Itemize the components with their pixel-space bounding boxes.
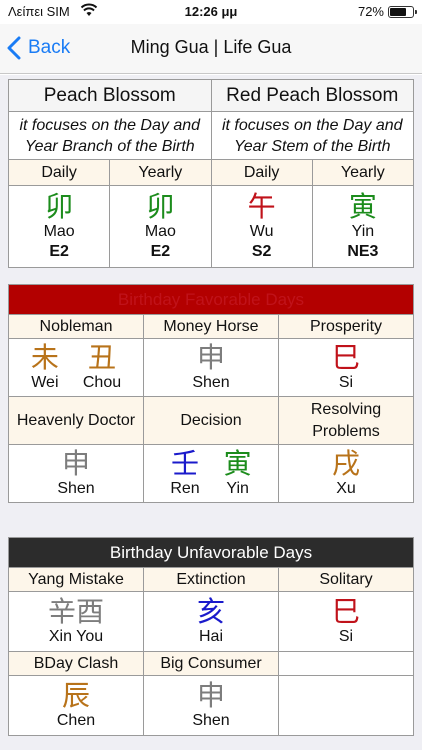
extinction-cell: 亥 Hai	[143, 591, 279, 652]
column-label: Daily	[210, 159, 313, 186]
pinyin-label: Shen	[57, 479, 95, 497]
prosperity-cell: 巳 Si	[278, 338, 414, 397]
pinyin-label: Si	[338, 373, 354, 391]
yang-mistake-label: Yang Mistake	[8, 567, 144, 592]
chinese-character: 巳	[331, 594, 360, 628]
chinese-character: 寅	[223, 446, 252, 480]
pinyin-label: Mao	[144, 222, 176, 240]
peach-blossom-table: Peach Blossom Red Peach Blossom it focus…	[7, 79, 415, 268]
page-title: Ming Gua | Life Gua	[130, 37, 292, 57]
peach-blossom-description: it focuses on the Day and Year Branch of…	[8, 111, 212, 160]
bday-clash-cell: 辰 Chen	[8, 675, 144, 736]
resolving-problems-label: Resolving Problems	[278, 396, 414, 445]
pinyin-label: Hai	[198, 627, 223, 645]
unfavorable-days-table: Birthday Unfavorable Days Yang Mistake E…	[8, 537, 414, 736]
battery-percent: 72%	[357, 4, 384, 19]
resolving-problems-cell: 戌 Xu	[278, 444, 414, 503]
pinyin-label: Shen	[192, 373, 230, 391]
peach-blossom-header: Peach Blossom	[8, 79, 212, 112]
pinyin-label: Shen	[192, 711, 230, 729]
chinese-character: 辰	[61, 678, 90, 712]
money-horse-label: Money Horse	[143, 314, 279, 339]
empty-cell	[278, 675, 414, 736]
column-label: Yearly	[109, 159, 212, 186]
direction-label: S2	[251, 242, 272, 260]
status-bar: Λείπει SIM 12:26 μμ 72%	[0, 0, 422, 24]
empty-cell	[278, 651, 414, 676]
yang-mistake-cell: 辛酉 Xin You	[8, 591, 144, 652]
nobleman-label: Nobleman	[8, 314, 144, 339]
pinyin-label: Wei	[31, 373, 59, 391]
branch-cell: 卯 Mao E2	[109, 185, 212, 268]
bday-clash-label: BDay Clash	[8, 651, 144, 676]
chinese-character: 戌	[331, 446, 360, 480]
pinyin-label: Mao	[43, 222, 75, 240]
pinyin-label: Xu	[336, 479, 356, 497]
battery-fill	[390, 8, 406, 16]
branch-cell: 卯 Mao E2	[7, 185, 111, 268]
pinyin-label: Chou	[82, 373, 122, 391]
direction-label: NE3	[347, 242, 379, 260]
chinese-character: 卯	[45, 189, 74, 223]
pinyin-label: Yin	[226, 479, 249, 497]
big-consumer-cell: 申 Shen	[143, 675, 279, 736]
scroll-content[interactable]: Peach Blossom Red Peach Blossom it focus…	[0, 75, 422, 750]
battery-icon	[388, 6, 417, 18]
stem-cell: 午 Wu S2	[210, 185, 313, 268]
pinyin-label: Xin You	[48, 627, 104, 645]
decision-cell: 壬 Ren 寅 Yin	[143, 444, 279, 503]
solitary-cell: 巳 Si	[278, 591, 414, 652]
heavenly-doctor-cell: 申 Shen	[8, 444, 144, 503]
red-peach-blossom-description: it focuses on the Day and Year Stem of t…	[210, 111, 414, 160]
pinyin-label: Chen	[56, 711, 96, 729]
decision-label: Decision	[143, 396, 279, 445]
pinyin-label: Yin	[351, 222, 375, 240]
solitary-label: Solitary	[278, 567, 414, 592]
chinese-character: 巳	[331, 340, 360, 374]
chinese-character: 辛酉	[47, 594, 104, 628]
chinese-character: 未	[30, 340, 59, 374]
chinese-character: 丑	[87, 340, 116, 374]
unfavorable-days-title: Birthday Unfavorable Days	[8, 537, 414, 568]
direction-label: E2	[49, 242, 69, 260]
navigation-bar: Back Ming Gua | Life Gua	[0, 24, 422, 74]
prosperity-label: Prosperity	[278, 314, 414, 339]
chinese-character: 午	[247, 189, 276, 223]
chinese-character: 壬	[170, 446, 199, 480]
chinese-character: 申	[196, 340, 225, 374]
direction-label: E2	[150, 242, 171, 260]
chinese-character: 亥	[196, 594, 225, 628]
favorable-days-title: Birthday Favorable Days	[8, 284, 414, 315]
money-horse-cell: 申 Shen	[143, 338, 279, 397]
column-label: Daily	[7, 159, 111, 186]
heavenly-doctor-label: Heavenly Doctor	[8, 396, 144, 445]
pinyin-label: Si	[338, 627, 354, 645]
red-peach-blossom-header: Red Peach Blossom	[210, 79, 414, 112]
stem-cell: 寅 Yin NE3	[311, 185, 415, 268]
extinction-label: Extinction	[143, 567, 279, 592]
big-consumer-label: Big Consumer	[143, 651, 279, 676]
column-label: Yearly	[311, 159, 415, 186]
chinese-character: 寅	[348, 189, 377, 223]
pinyin-label: Ren	[170, 479, 200, 497]
favorable-days-table: Birthday Favorable Days Nobleman Money H…	[8, 284, 414, 503]
chinese-character: 申	[196, 678, 225, 712]
chinese-character: 卯	[146, 189, 175, 223]
pinyin-label: Wu	[249, 222, 274, 240]
nobleman-cell: 未 Wei 丑 Chou	[8, 338, 144, 397]
chinese-character: 申	[61, 446, 90, 480]
